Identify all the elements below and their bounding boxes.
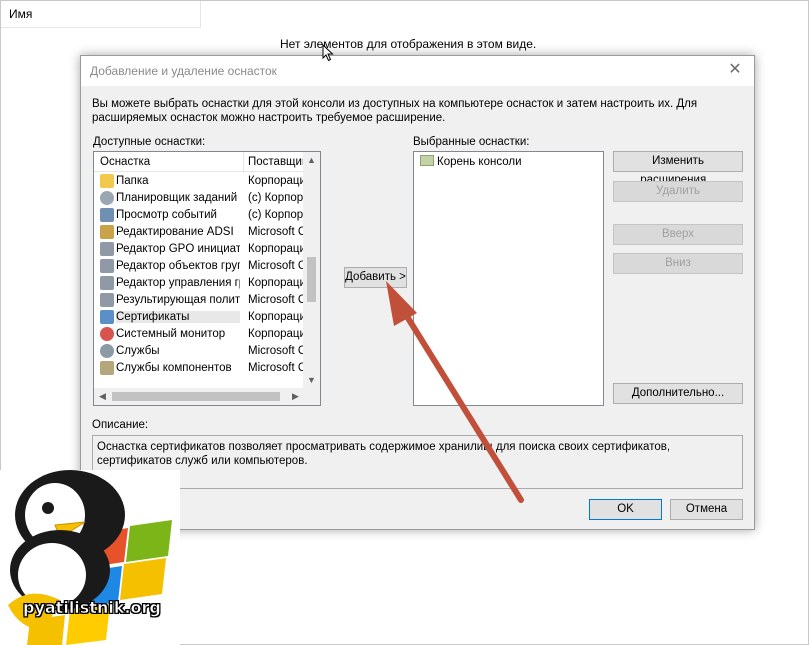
watermark-site-text: pyatilistnik.org <box>23 598 161 618</box>
penguin-logo-icon <box>0 470 180 645</box>
